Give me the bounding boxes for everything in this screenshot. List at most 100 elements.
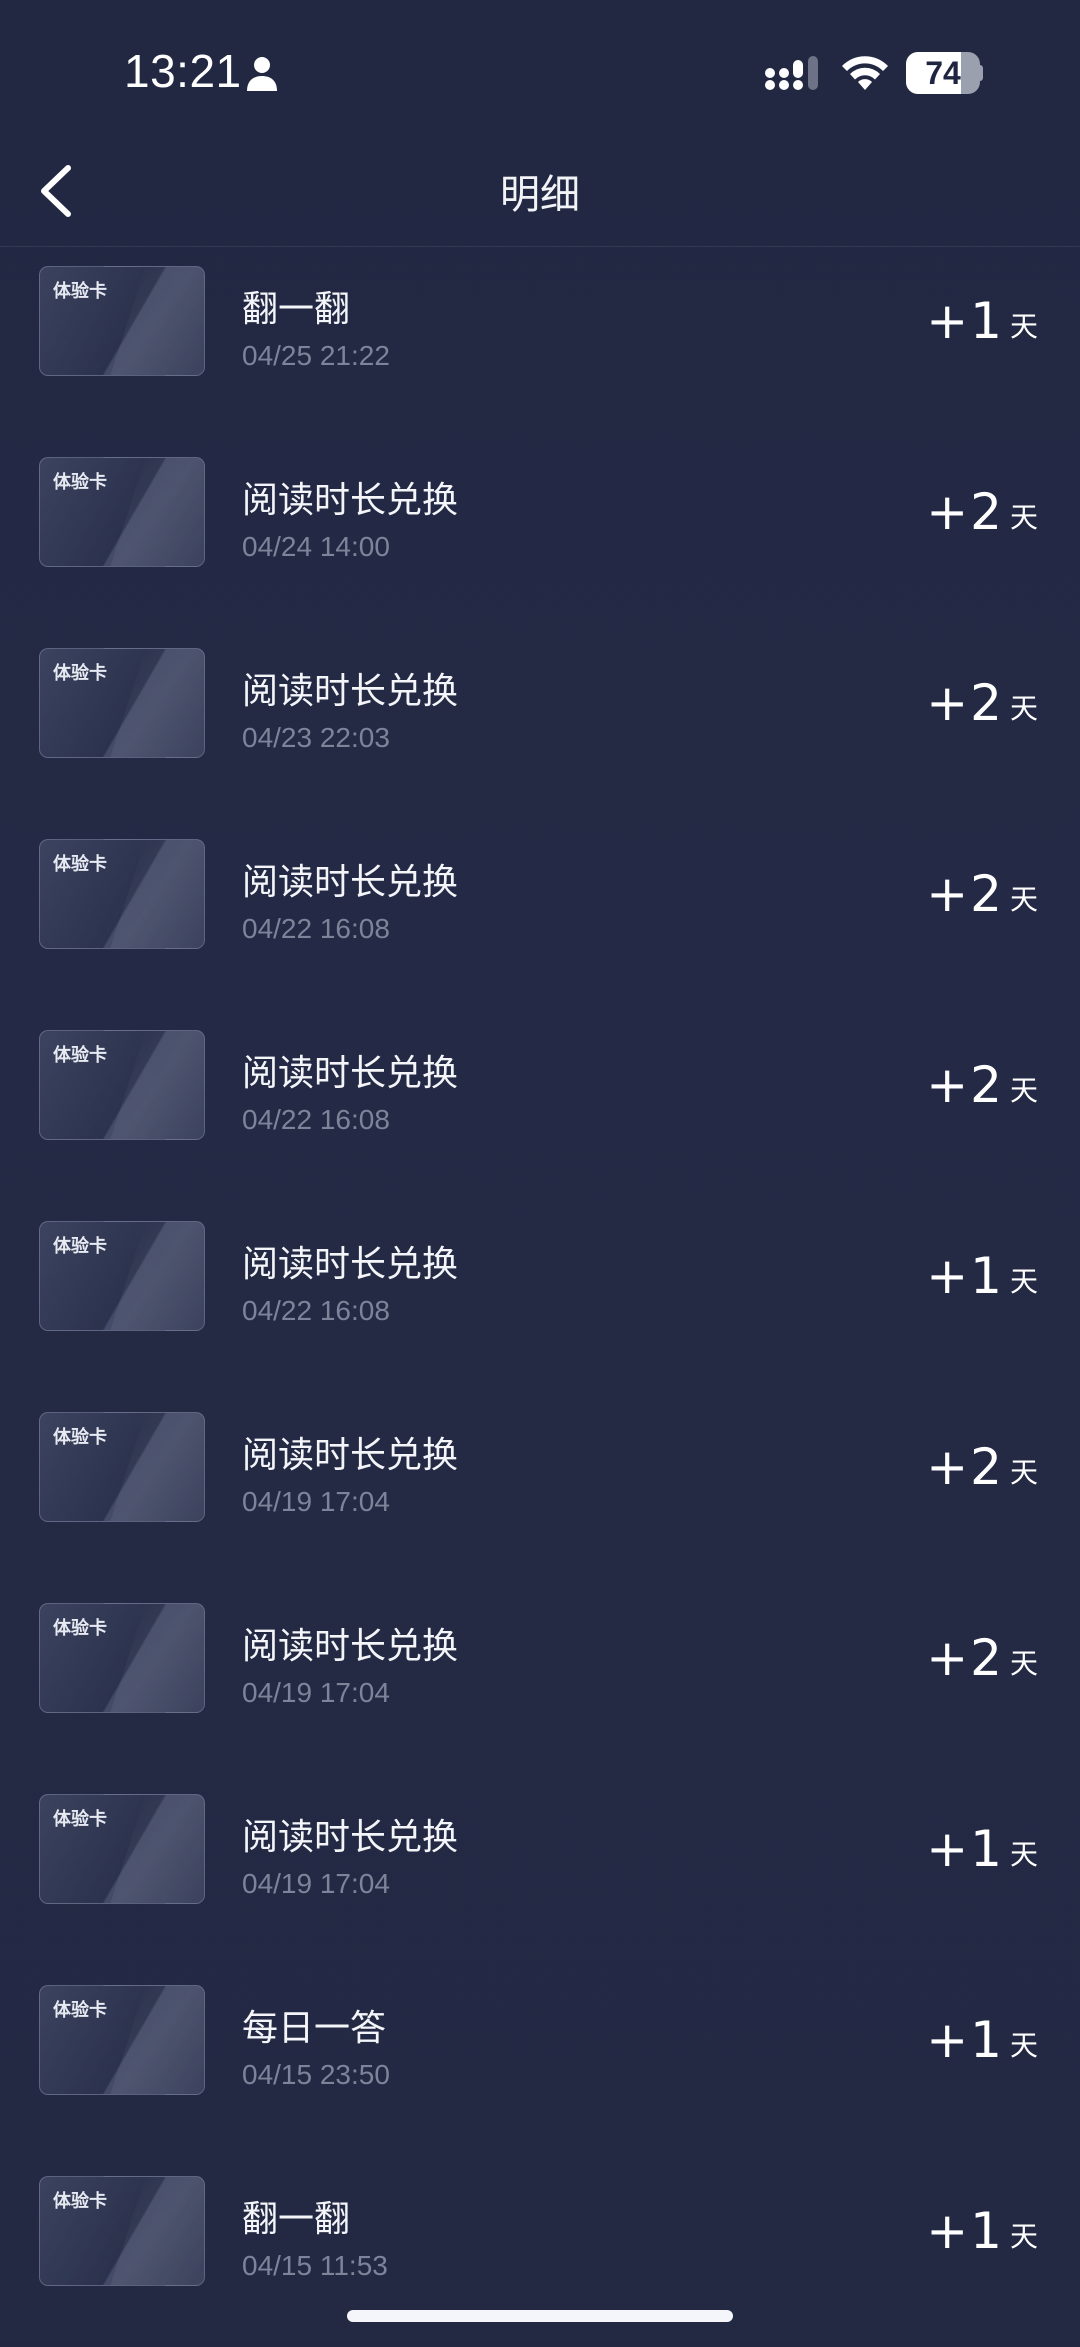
record-title: 阅读时长兑换 xyxy=(242,1817,459,1858)
battery-indicator: 74 xyxy=(906,52,980,94)
record-time: 04/23 22:03 xyxy=(242,722,390,753)
record-title: 阅读时长兑换 xyxy=(242,862,459,903)
amount-unit: 天 xyxy=(1009,501,1038,534)
amount-value: +1 xyxy=(926,1247,1004,1305)
amount-value: +2 xyxy=(926,674,1004,732)
list-item[interactable]: 体验卡 阅读时长兑换 04/22 16:08 +1 天 xyxy=(0,1201,1080,1392)
card-label: 体验卡 xyxy=(53,1618,107,1639)
list-item[interactable]: 体验卡 阅读时长兑换 04/19 17:04 +2 天 xyxy=(0,1392,1080,1583)
card-label: 体验卡 xyxy=(53,1809,107,1830)
record-time: 04/19 17:04 xyxy=(242,1486,390,1517)
card-label: 体验卡 xyxy=(53,472,107,493)
card-shine xyxy=(103,1413,204,1521)
trial-card-thumbnail: 体验卡 xyxy=(39,1985,205,2095)
record-amount: +1 天 xyxy=(926,2011,1038,2069)
list-item[interactable]: 体验卡 阅读时长兑换 04/23 22:03 +2 天 xyxy=(0,628,1080,819)
status-time: 13:21 xyxy=(124,45,242,97)
card-shine xyxy=(103,649,204,757)
amount-value: +2 xyxy=(926,483,1004,541)
list-item[interactable]: 体验卡 阅读时长兑换 04/19 17:04 +2 天 xyxy=(0,1583,1080,1774)
record-time: 04/22 16:08 xyxy=(242,1295,390,1326)
amount-unit: 天 xyxy=(1009,2029,1038,2062)
amount-value: +1 xyxy=(926,2202,1004,2260)
record-amount: +2 天 xyxy=(926,674,1038,732)
list-item[interactable]: 体验卡 翻一翻 04/25 21:22 +1 天 xyxy=(0,246,1080,437)
person-icon xyxy=(247,57,277,91)
card-shine xyxy=(103,1604,204,1712)
home-indicator[interactable] xyxy=(347,2310,733,2322)
record-title: 阅读时长兑换 xyxy=(242,1435,459,1476)
status-bar: 13:21 74 xyxy=(0,0,1080,140)
list-item[interactable]: 体验卡 阅读时长兑换 04/19 17:04 +1 天 xyxy=(0,1774,1080,1965)
list-item[interactable]: 体验卡 阅读时长兑换 04/22 16:08 +2 天 xyxy=(0,819,1080,1010)
record-title: 阅读时长兑换 xyxy=(242,671,459,712)
record-amount: +1 天 xyxy=(926,1820,1038,1878)
page-title: 明细 xyxy=(500,172,580,218)
record-amount: +2 天 xyxy=(926,1056,1038,1114)
list-item[interactable]: 体验卡 阅读时长兑换 04/24 14:00 +2 天 xyxy=(0,437,1080,628)
trial-card-thumbnail: 体验卡 xyxy=(39,457,205,567)
record-amount: +2 天 xyxy=(926,1438,1038,1496)
trial-card-thumbnail: 体验卡 xyxy=(39,266,205,376)
battery-tip xyxy=(978,65,983,81)
record-time: 04/25 21:22 xyxy=(242,340,390,371)
trial-card-thumbnail: 体验卡 xyxy=(39,1603,205,1713)
card-shine xyxy=(103,1222,204,1330)
card-label: 体验卡 xyxy=(53,1427,107,1448)
record-amount: +1 天 xyxy=(926,1247,1038,1305)
amount-unit: 天 xyxy=(1009,2220,1038,2253)
record-time: 04/24 14:00 xyxy=(242,531,390,562)
amount-value: +2 xyxy=(926,1056,1004,1114)
list-item[interactable]: 体验卡 每日一答 04/15 23:50 +1 天 xyxy=(0,1965,1080,2156)
card-shine xyxy=(103,1031,204,1139)
card-label: 体验卡 xyxy=(53,281,107,302)
amount-unit: 天 xyxy=(1009,310,1038,343)
record-amount: +2 天 xyxy=(926,865,1038,923)
amount-value: +1 xyxy=(926,1820,1004,1878)
record-amount: +2 天 xyxy=(926,483,1038,541)
record-time: 04/22 16:08 xyxy=(242,913,390,944)
card-label: 体验卡 xyxy=(53,1236,107,1257)
record-time: 04/19 17:04 xyxy=(242,1868,390,1899)
amount-unit: 天 xyxy=(1009,1265,1038,1298)
record-amount: +2 天 xyxy=(926,1629,1038,1687)
card-shine xyxy=(103,840,204,948)
card-shine xyxy=(103,458,204,566)
record-time: 04/15 23:50 xyxy=(242,2059,390,2090)
nav-bar: 明细 xyxy=(0,140,1080,247)
record-title: 阅读时长兑换 xyxy=(242,480,459,521)
trial-card-thumbnail: 体验卡 xyxy=(39,2176,205,2286)
list-item[interactable]: 体验卡 阅读时长兑换 04/22 16:08 +2 天 xyxy=(0,1010,1080,1201)
card-label: 体验卡 xyxy=(53,2191,107,2212)
card-label: 体验卡 xyxy=(53,2000,107,2021)
record-title: 阅读时长兑换 xyxy=(242,1053,459,1094)
trial-card-thumbnail: 体验卡 xyxy=(39,1412,205,1522)
trial-card-thumbnail: 体验卡 xyxy=(39,839,205,949)
battery-level: 74 xyxy=(925,55,961,91)
card-shine xyxy=(103,1986,204,2094)
amount-unit: 天 xyxy=(1009,1456,1038,1489)
card-shine xyxy=(103,2177,204,2285)
amount-value: +2 xyxy=(926,1438,1004,1496)
card-label: 体验卡 xyxy=(53,663,107,684)
amount-unit: 天 xyxy=(1009,1838,1038,1871)
card-shine xyxy=(103,267,204,375)
amount-value: +2 xyxy=(926,865,1004,923)
amount-unit: 天 xyxy=(1009,692,1038,725)
record-amount: +1 天 xyxy=(926,2202,1038,2260)
amount-unit: 天 xyxy=(1009,883,1038,916)
record-title: 翻一翻 xyxy=(242,289,351,330)
record-title: 每日一答 xyxy=(242,2008,387,2049)
trial-card-thumbnail: 体验卡 xyxy=(39,1794,205,1904)
record-title: 翻一翻 xyxy=(242,2199,351,2240)
cellular-signal-icon xyxy=(765,56,818,90)
record-time: 04/22 16:08 xyxy=(242,1104,390,1135)
trial-card-thumbnail: 体验卡 xyxy=(39,648,205,758)
amount-value: +1 xyxy=(926,2011,1004,2069)
record-title: 阅读时长兑换 xyxy=(242,1626,459,1667)
record-title: 阅读时长兑换 xyxy=(242,1244,459,1285)
record-amount: +1 天 xyxy=(926,292,1038,350)
record-time: 04/15 11:53 xyxy=(242,2250,388,2281)
amount-value: +2 xyxy=(926,1629,1004,1687)
amount-value: +1 xyxy=(926,292,1004,350)
